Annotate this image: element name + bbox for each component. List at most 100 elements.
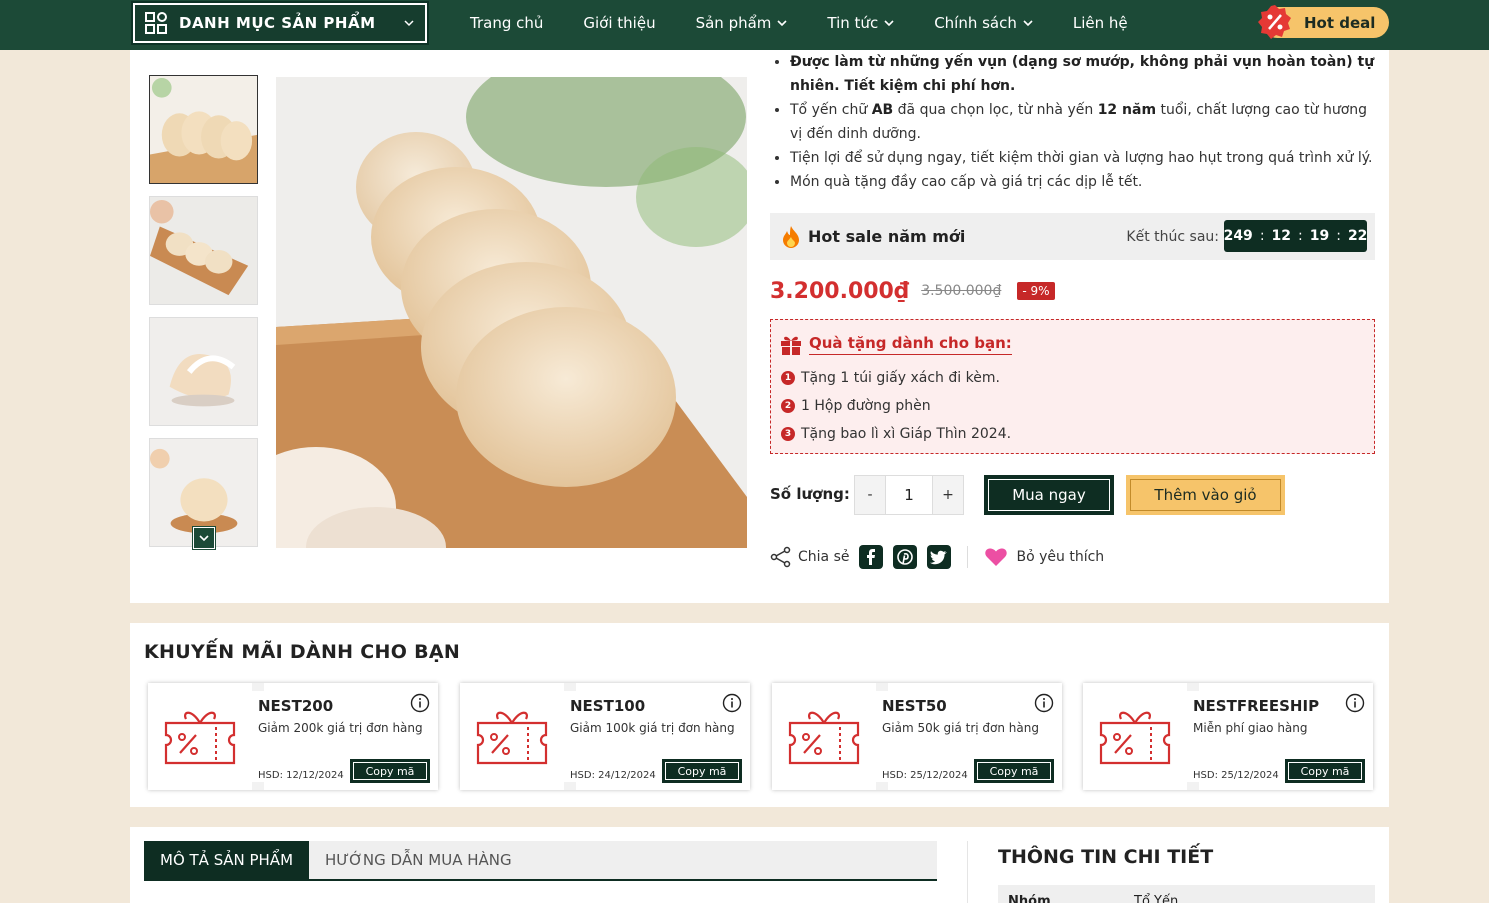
menu-item-news[interactable]: Tin tức (827, 14, 894, 32)
grid-icon (145, 12, 167, 34)
menu-item-label: Trang chủ (470, 14, 544, 32)
hot-sale-title: Hot sale năm mới (808, 227, 966, 246)
coupon-card: NEST100 Giảm 100k giá trị đơn hàng HSD: 24… (460, 683, 750, 790)
gift-number-badge: 1 (781, 371, 795, 385)
product-thumbnail[interactable] (149, 75, 258, 184)
tab-description[interactable]: MÔ TẢ SẢN PHẨM (144, 841, 310, 879)
pinterest-icon (897, 549, 914, 565)
coupon-description: Giảm 100k giá trị đơn hàng (570, 721, 735, 735)
timer-hours: 12 (1271, 228, 1292, 244)
thumbnail-scroll-down-button[interactable] (192, 526, 216, 550)
bird-nest-image (150, 318, 257, 425)
coupon-expiry: HSD: 25/12/2024 (1193, 770, 1279, 781)
price-row: 3.200.000₫ 3.500.000₫ - 9% (770, 276, 1055, 306)
coupon-gift-icon (164, 711, 236, 765)
old-price: 3.500.000₫ (921, 283, 1002, 299)
coupon-code: NEST100 (570, 697, 646, 715)
detail-key: Nhóm (1008, 894, 1051, 903)
info-icon[interactable] (722, 693, 742, 713)
facebook-icon (867, 549, 876, 565)
pinterest-share-button[interactable] (893, 545, 918, 569)
coupon-gift-icon (476, 711, 548, 765)
copy-code-label: Copy mã (353, 762, 427, 780)
quantity-increase-button[interactable]: + (933, 476, 963, 514)
highlight-item: Tiện lợi để sử dụng ngay, tiết kiệm thời… (790, 146, 1375, 170)
ticket-notch (564, 782, 576, 790)
highlight-item: Tổ yến chữ AB đã qua chọn lọc, từ nhà yế… (790, 98, 1375, 146)
quantity-input[interactable]: 1 (885, 476, 933, 514)
coupon-description: Giảm 50k giá trị đơn hàng (882, 721, 1039, 735)
menu-item-home[interactable]: Trang chủ (470, 14, 543, 32)
gift-box: Quà tặng dành cho bạn: 1 Tặng 1 túi giấy … (770, 319, 1375, 454)
divider (967, 841, 968, 903)
description-tabs: MÔ TẢ SẢN PHẨM HƯỚNG DẪN MUA HÀNG (144, 841, 937, 881)
coupon-expiry: HSD: 12/12/2024 (258, 770, 344, 781)
timer-days: 249 (1223, 228, 1253, 244)
chevron-down-icon (199, 535, 209, 542)
highlight-text: Món quà tặng đầy cao cấp và giá trị các … (790, 174, 1143, 190)
timer-minutes: 19 (1309, 228, 1330, 244)
unfavorite-label[interactable]: Bỏ yêu thích (1016, 549, 1104, 565)
divider (967, 546, 969, 568)
bird-nest-image (150, 76, 257, 183)
discount-badge: - 9% (1017, 282, 1055, 300)
ticket-notch (252, 782, 264, 790)
menu-item-contact[interactable]: Liên hệ (1073, 14, 1128, 32)
add-to-cart-button[interactable]: Thêm vào giỏ (1126, 475, 1285, 515)
menu-item-label: Tin tức (827, 14, 879, 32)
coupon-description: Giảm 200k giá trị đơn hàng (258, 721, 423, 735)
ticket-notch (876, 782, 888, 790)
coupon-expiry: HSD: 24/12/2024 (570, 770, 656, 781)
quantity-decrease-button[interactable]: - (855, 476, 885, 514)
category-menu-label: DANH MỤC SẢN PHẨM (179, 14, 376, 32)
coupon-expiry: HSD: 25/12/2024 (882, 770, 968, 781)
menu-item-label: Giới thiệu (583, 14, 656, 32)
menu-item-policy[interactable]: Chính sách (934, 14, 1033, 32)
highlight-text: Được làm từ những yến vụn (dạng sơ mướp,… (790, 54, 1375, 94)
gift-text: 1 Hộp đường phèn (801, 398, 931, 414)
highlight-item: Được làm từ những yến vụn (dạng sơ mướp,… (790, 50, 1375, 98)
ticket-notch (876, 683, 888, 691)
copy-code-button[interactable]: Copy mã (350, 759, 430, 783)
copy-code-button[interactable]: Copy mã (1285, 759, 1365, 783)
category-menu-button[interactable]: DANH MỤC SẢN PHẨM (131, 1, 429, 45)
tab-buying-guide[interactable]: HƯỚNG DẪN MUA HÀNG (309, 841, 528, 879)
gift-text: Tặng bao lì xì Giáp Thìn 2024. (801, 426, 1012, 442)
percent-badge-icon (1258, 5, 1291, 39)
hot-deal-button[interactable]: Hot deal (1258, 5, 1389, 39)
share-icon (770, 546, 791, 568)
coupon-code: NEST50 (882, 697, 947, 715)
product-thumbnail[interactable] (149, 317, 258, 426)
gift-title: Quà tặng dành cho bạn: (809, 334, 1012, 355)
menu-item-about[interactable]: Giới thiệu (583, 14, 655, 32)
current-price: 3.200.000₫ (770, 278, 910, 304)
menu-item-label: Sản phẩm (695, 14, 772, 32)
heart-icon[interactable] (984, 547, 1008, 567)
product-thumbnail[interactable] (149, 196, 258, 305)
info-icon[interactable] (1034, 693, 1054, 713)
hot-sale-bar: Hot sale năm mới Kết thúc sau: 249: 12: … (770, 213, 1375, 260)
chevron-down-icon (404, 20, 414, 27)
facebook-share-button[interactable] (859, 545, 884, 569)
info-icon[interactable] (410, 693, 430, 713)
timer-seconds: 22 (1347, 228, 1368, 244)
detail-row: Nhóm Tổ Yến (998, 885, 1375, 903)
buy-now-button[interactable]: Mua ngay (984, 475, 1114, 515)
gift-number-badge: 2 (781, 399, 795, 413)
quantity-label: Số lượng: (770, 485, 850, 503)
info-icon[interactable] (1345, 693, 1365, 713)
countdown-label: Kết thúc sau: (1126, 228, 1219, 245)
coupon-description: Miễn phí giao hàng (1193, 721, 1308, 735)
promotions-title: KHUYẾN MÃI DÀNH CHO BẠN (144, 641, 461, 663)
coupon-gift-icon (1099, 711, 1171, 765)
coupon-code: NESTFREESHIP (1193, 697, 1320, 715)
copy-code-button[interactable]: Copy mã (662, 759, 742, 783)
chevron-down-icon (777, 20, 787, 27)
coupon-code: NEST200 (258, 697, 334, 715)
twitter-share-button[interactable] (927, 545, 952, 569)
twitter-icon (930, 550, 948, 564)
copy-code-label: Copy mã (1288, 762, 1362, 780)
menu-item-products[interactable]: Sản phẩm (696, 14, 788, 32)
copy-code-button[interactable]: Copy mã (974, 759, 1054, 783)
gift-icon (781, 336, 801, 355)
